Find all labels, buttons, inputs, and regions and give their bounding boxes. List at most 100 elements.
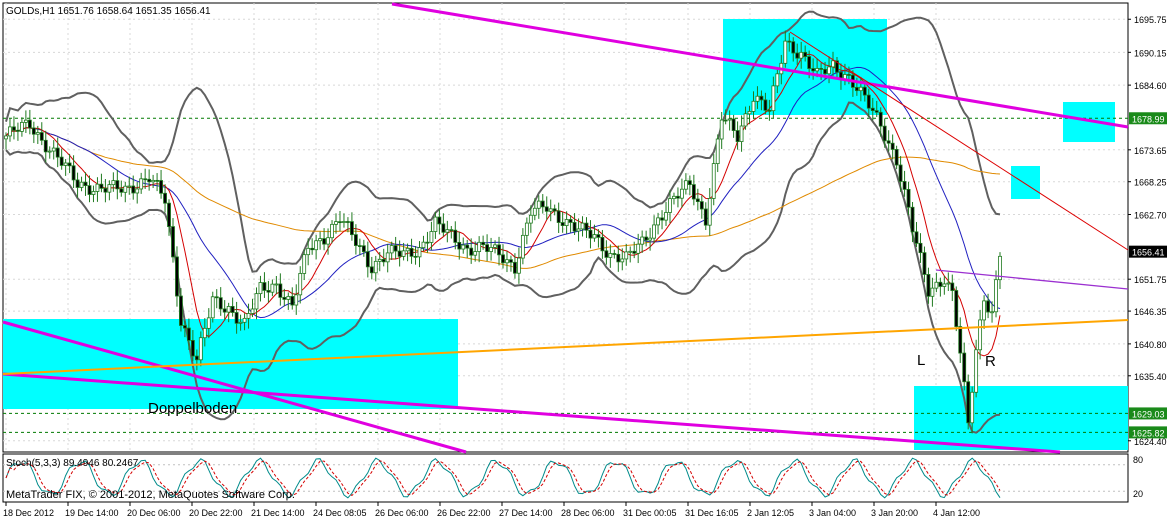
candle-body bbox=[183, 325, 187, 329]
y-tick-label: 1668.25 bbox=[1134, 178, 1167, 188]
candle-body bbox=[656, 217, 660, 226]
candle-body bbox=[342, 221, 346, 223]
candle-body bbox=[147, 178, 152, 183]
candle-body bbox=[787, 40, 792, 43]
candle-body bbox=[831, 60, 835, 68]
price-tag-label: 1656.41 bbox=[1132, 248, 1165, 258]
x-tick-label: 31 Dec 00:05 bbox=[623, 508, 677, 518]
candle-body bbox=[874, 110, 879, 113]
candle-body bbox=[409, 247, 414, 257]
candle-body bbox=[564, 219, 569, 227]
candle-body bbox=[95, 183, 100, 192]
candle-body bbox=[528, 214, 533, 224]
candle-body bbox=[568, 219, 573, 223]
candle-body bbox=[151, 179, 156, 183]
price-tag-label: 1629.03 bbox=[1132, 409, 1165, 419]
candle-body bbox=[771, 85, 776, 112]
candle-body bbox=[994, 279, 998, 313]
candle-body bbox=[739, 125, 744, 142]
candle-body bbox=[234, 312, 239, 324]
candle-body bbox=[982, 300, 986, 321]
stoch-level-20: 20 bbox=[1133, 489, 1143, 499]
candle-body bbox=[171, 226, 175, 258]
candle-body bbox=[624, 251, 629, 260]
candle-body bbox=[338, 221, 342, 224]
candle-body bbox=[210, 296, 215, 319]
candle-body bbox=[640, 236, 645, 245]
candle-body bbox=[513, 261, 517, 274]
candle-body bbox=[369, 266, 374, 274]
candle-body bbox=[644, 236, 649, 241]
candle-body bbox=[16, 129, 20, 132]
candle-body bbox=[493, 244, 497, 248]
x-tick-label: 31 Dec 16:05 bbox=[685, 508, 739, 518]
price-tag-label: 1678.99 bbox=[1132, 114, 1165, 124]
candle-body bbox=[437, 216, 442, 225]
candle-body bbox=[346, 221, 350, 223]
candle-body bbox=[163, 192, 167, 204]
candle-body bbox=[811, 68, 816, 72]
candle-body bbox=[978, 319, 983, 351]
candle-body bbox=[190, 340, 195, 357]
candle-body bbox=[246, 313, 251, 319]
candle-body bbox=[107, 184, 112, 193]
candle-body bbox=[652, 224, 656, 239]
candle-body bbox=[819, 68, 823, 70]
candle-body bbox=[862, 86, 867, 96]
candle-body bbox=[536, 200, 541, 209]
candle-body bbox=[489, 247, 493, 252]
y-tick-label: 1695.75 bbox=[1134, 15, 1167, 25]
candle-body bbox=[51, 147, 56, 152]
y-tick-label: 1651.75 bbox=[1134, 275, 1167, 285]
y-tick-label: 1690.15 bbox=[1134, 48, 1167, 58]
candle-body bbox=[938, 281, 943, 287]
candle-body bbox=[449, 229, 454, 232]
candle-body bbox=[795, 52, 800, 59]
candle-body bbox=[612, 253, 617, 255]
candle-body bbox=[747, 111, 752, 115]
y-tick-label: 1640.80 bbox=[1134, 340, 1167, 350]
candle-body bbox=[365, 251, 370, 268]
candle-body bbox=[580, 222, 585, 230]
candle-body bbox=[477, 241, 482, 252]
candle-body bbox=[918, 242, 923, 254]
annotation-double-bottom: Doppelboden bbox=[148, 400, 237, 417]
candle-body bbox=[389, 245, 394, 254]
candle-body bbox=[807, 56, 812, 69]
candle-body bbox=[660, 217, 664, 221]
candle-body bbox=[775, 73, 780, 87]
candle-body bbox=[524, 222, 529, 236]
candle-body bbox=[91, 191, 96, 195]
candle-body bbox=[83, 181, 88, 187]
zone-target-2 bbox=[1011, 166, 1040, 199]
candle-body bbox=[898, 164, 903, 182]
candle-body bbox=[326, 237, 330, 245]
candle-body bbox=[759, 95, 764, 101]
candle-body bbox=[31, 127, 36, 135]
candle-body bbox=[469, 247, 474, 256]
candle-body bbox=[505, 259, 509, 264]
candle-body bbox=[783, 40, 788, 64]
candle-body bbox=[608, 253, 613, 258]
candle-body bbox=[715, 138, 720, 165]
candle-body bbox=[703, 208, 708, 226]
candle-body bbox=[218, 297, 223, 310]
candle-body bbox=[552, 208, 557, 212]
candle-body bbox=[194, 355, 199, 361]
candle-body bbox=[930, 287, 935, 297]
candle-body bbox=[282, 296, 287, 300]
x-tick-label: 26 Dec 06:00 bbox=[375, 508, 429, 518]
candle-body bbox=[4, 135, 8, 140]
candle-body bbox=[20, 121, 24, 132]
candle-body bbox=[588, 229, 593, 239]
candle-body bbox=[290, 296, 295, 306]
candle-body bbox=[743, 113, 748, 127]
candle-body bbox=[465, 244, 470, 249]
candle-body bbox=[322, 238, 326, 245]
chart-header: GOLDs,H1 1651.76 1658.64 1651.35 1656.41 bbox=[6, 6, 211, 17]
candle-body bbox=[278, 283, 283, 298]
candle-body bbox=[198, 337, 203, 361]
candle-body bbox=[509, 259, 513, 263]
candle-body bbox=[99, 183, 104, 189]
price-tag-label: 1625.82 bbox=[1132, 428, 1165, 438]
